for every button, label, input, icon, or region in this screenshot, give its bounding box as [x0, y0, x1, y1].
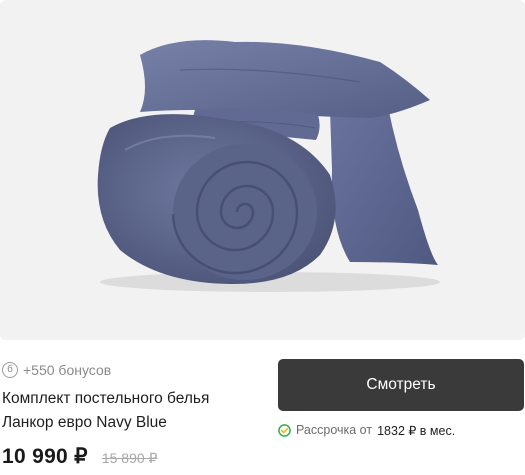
product-card[interactable]: б +550 бонусов Комплект постельного бель…	[0, 0, 525, 475]
watch-button[interactable]: Смотреть	[278, 359, 524, 411]
bedding-set-illustration	[97, 40, 440, 292]
old-price: 15 890 ₽	[101, 450, 158, 466]
price-row: 10 990 ₽ 15 890 ₽	[2, 444, 157, 474]
bonus-info: б +550 бонусов	[2, 360, 111, 380]
installment-prefix: Рассрочка от	[296, 423, 373, 437]
installment-amount: 1832 ₽ в мес.	[377, 423, 456, 438]
current-price: 10 990 ₽	[2, 445, 88, 468]
product-image[interactable]	[0, 0, 525, 340]
product-title[interactable]: Комплект постельного белья Ланкор евро N…	[2, 387, 252, 435]
installment-check-icon	[278, 423, 291, 437]
bonus-coin-icon: б	[2, 362, 18, 378]
bonus-text: +550 бонусов	[23, 362, 112, 378]
installment-info[interactable]: Рассрочка от 1832 ₽ в мес.	[278, 421, 455, 439]
